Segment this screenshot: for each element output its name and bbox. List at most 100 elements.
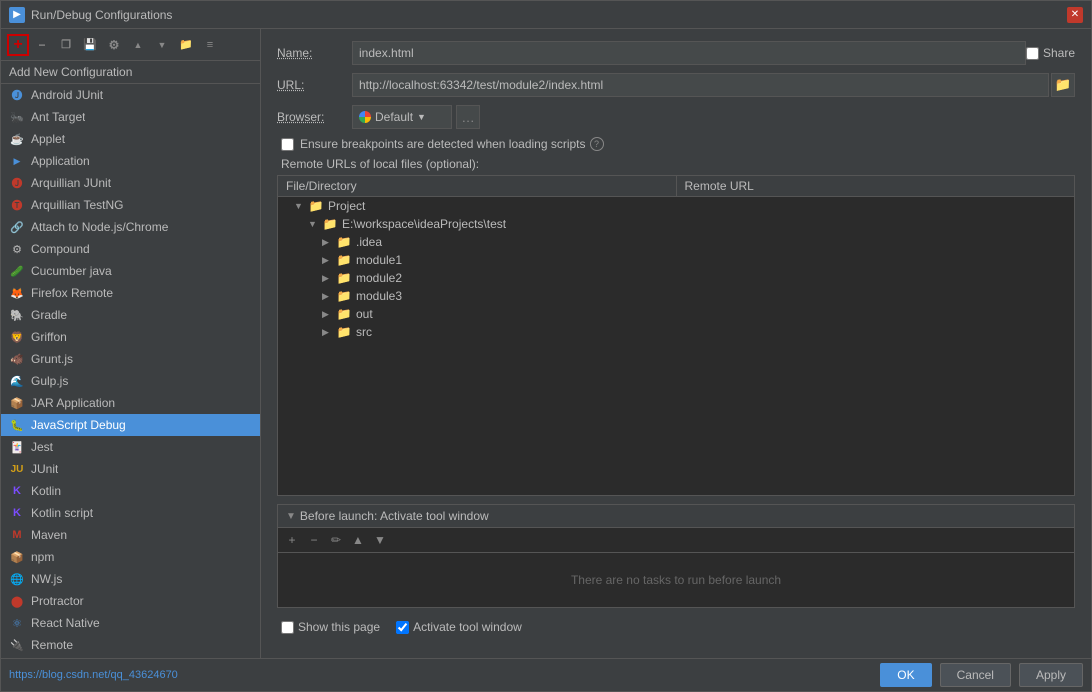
- remove-config-button[interactable]: −: [31, 34, 53, 56]
- gradle-icon: 🐘: [9, 307, 25, 323]
- before-launch-toggle-icon[interactable]: ▼: [286, 511, 296, 522]
- sidebar-item-cucumber[interactable]: 🥒 Cucumber java: [1, 260, 260, 282]
- jar-icon: 📦: [9, 395, 25, 411]
- sidebar-item-react-native[interactable]: ⚛ React Native: [1, 612, 260, 634]
- sidebar-list[interactable]: 🅙 Android JUnit 🐜 Ant Target ☕ Applet ▶ …: [1, 84, 260, 658]
- url-row: URL: 📁: [277, 73, 1075, 97]
- bl-edit-button[interactable]: ✏: [326, 530, 346, 550]
- sidebar-item-gruntjs[interactable]: 🐗 Grunt.js: [1, 348, 260, 370]
- sidebar: + − ❐ 💾 ⚙ ▲ ▼ 📁 ≡ Add New Configuration …: [1, 29, 261, 658]
- sidebar-item-arquillian-junit[interactable]: 🅙 Arquillian JUnit: [1, 172, 260, 194]
- copy-config-button[interactable]: ❐: [55, 34, 77, 56]
- griffon-icon: 🦁: [9, 329, 25, 345]
- tree-item-out[interactable]: ▶ 📁 out: [278, 305, 1074, 323]
- tree-item-workspace[interactable]: ▼ 📁 E:\workspace\ideaProjects\test: [278, 215, 1074, 233]
- right-panel: Name: Share URL: 📁 Browser:: [261, 29, 1091, 658]
- settings-button[interactable]: ⚙: [103, 34, 125, 56]
- arquillian-testng-icon: 🅣: [9, 197, 25, 213]
- remote-urls-label: Remote URLs of local files (optional):: [277, 157, 1075, 171]
- move-up-button[interactable]: ▲: [127, 34, 149, 56]
- move-down-button[interactable]: ▼: [151, 34, 173, 56]
- tree-item-project[interactable]: ▼ 📁 Project: [278, 197, 1074, 215]
- bl-add-button[interactable]: +: [282, 530, 302, 550]
- sidebar-item-javascript-debug[interactable]: 🐛 JavaScript Debug: [1, 414, 260, 436]
- sidebar-item-firefox-remote[interactable]: 🦊 Firefox Remote: [1, 282, 260, 304]
- tree-item-module1[interactable]: ▶ 📁 module1: [278, 251, 1074, 269]
- tree-expand-icon: ▶: [322, 291, 336, 302]
- project-folder-icon: 📁: [308, 199, 324, 213]
- sidebar-item-arquillian-testng[interactable]: 🅣 Arquillian TestNG: [1, 194, 260, 216]
- url-browse-button[interactable]: 📁: [1051, 73, 1075, 97]
- ensure-breakpoints-checkbox[interactable]: [281, 138, 294, 151]
- tree-item-src[interactable]: ▶ 📁 src: [278, 323, 1074, 341]
- bl-remove-button[interactable]: −: [304, 530, 324, 550]
- sidebar-item-compound[interactable]: ⚙ Compound: [1, 238, 260, 260]
- bl-down-button[interactable]: ▼: [370, 530, 390, 550]
- sort-button[interactable]: ≡: [199, 34, 221, 56]
- sidebar-item-label: npm: [31, 550, 54, 564]
- sidebar-item-attach-nodejs[interactable]: 🔗 Attach to Node.js/Chrome: [1, 216, 260, 238]
- sidebar-item-gradle[interactable]: 🐘 Gradle: [1, 304, 260, 326]
- protractor-icon: ⬤: [9, 593, 25, 609]
- sidebar-item-label: Grunt.js: [31, 352, 73, 366]
- sidebar-item-android-junit[interactable]: 🅙 Android JUnit: [1, 84, 260, 106]
- activate-tool-item: Activate tool window: [396, 620, 522, 634]
- remote-icon: 🔌: [9, 637, 25, 653]
- bl-up-button[interactable]: ▲: [348, 530, 368, 550]
- sidebar-toolbar: + − ❐ 💾 ⚙ ▲ ▼ 📁 ≡: [1, 29, 260, 61]
- sidebar-item-label: Gulp.js: [31, 374, 68, 388]
- sidebar-item-remote[interactable]: 🔌 Remote: [1, 634, 260, 656]
- sidebar-item-junit[interactable]: JU JUnit: [1, 458, 260, 480]
- sidebar-item-label: Ant Target: [31, 110, 85, 124]
- url-input[interactable]: [352, 73, 1049, 97]
- chrome-icon: [359, 111, 371, 123]
- browser-select[interactable]: Default ▼: [352, 105, 452, 129]
- folder-button[interactable]: 📁: [175, 34, 197, 56]
- npm-icon: 📦: [9, 549, 25, 565]
- sidebar-item-kotlin-script[interactable]: K Kotlin script: [1, 502, 260, 524]
- add-config-button[interactable]: +: [7, 34, 29, 56]
- sidebar-item-jest[interactable]: 🃏 Jest: [1, 436, 260, 458]
- sidebar-item-label: Applet: [31, 132, 65, 146]
- run-debug-dialog: ▶ Run/Debug Configurations ✕ + − ❐ 💾 ⚙ ▲…: [0, 0, 1092, 692]
- sidebar-item-npm[interactable]: 📦 npm: [1, 546, 260, 568]
- browser-value: Default: [375, 110, 413, 124]
- src-label: src: [356, 325, 372, 339]
- sidebar-item-maven[interactable]: M Maven: [1, 524, 260, 546]
- workspace-label: E:\workspace\ideaProjects\test: [342, 217, 506, 231]
- tree-item-idea[interactable]: ▶ 📁 .idea: [278, 233, 1074, 251]
- close-button[interactable]: ✕: [1067, 7, 1083, 23]
- sidebar-item-kotlin[interactable]: K Kotlin: [1, 480, 260, 502]
- tree-item-module3[interactable]: ▶ 📁 module3: [278, 287, 1074, 305]
- kotlin-script-icon: K: [9, 505, 25, 521]
- file-tree-section[interactable]: File/Directory Remote URL ▼ 📁 Project ▼ …: [277, 175, 1075, 496]
- project-label: Project: [328, 199, 365, 213]
- browser-more-button[interactable]: …: [456, 105, 480, 129]
- sidebar-item-jar-application[interactable]: 📦 JAR Application: [1, 392, 260, 414]
- sidebar-item-protractor[interactable]: ⬤ Protractor: [1, 590, 260, 612]
- activate-tool-checkbox[interactable]: [396, 621, 409, 634]
- sidebar-item-griffon[interactable]: 🦁 Griffon: [1, 326, 260, 348]
- sidebar-item-label: Compound: [31, 242, 90, 256]
- cancel-button[interactable]: Cancel: [940, 663, 1011, 687]
- show-page-checkbox[interactable]: [281, 621, 294, 634]
- ok-button[interactable]: OK: [880, 663, 931, 687]
- sidebar-item-ant-target[interactable]: 🐜 Ant Target: [1, 106, 260, 128]
- sidebar-item-nwjs[interactable]: 🌐 NW.js: [1, 568, 260, 590]
- maven-icon: M: [9, 527, 25, 543]
- module2-label: module2: [356, 271, 402, 285]
- sidebar-item-label: Gradle: [31, 308, 67, 322]
- tree-item-module2[interactable]: ▶ 📁 module2: [278, 269, 1074, 287]
- apply-button[interactable]: Apply: [1019, 663, 1083, 687]
- sidebar-item-application[interactable]: ▶ Application: [1, 150, 260, 172]
- sidebar-item-gulpjs[interactable]: 🌊 Gulp.js: [1, 370, 260, 392]
- sidebar-item-label: JUnit: [31, 462, 58, 476]
- browser-label: Browser:: [277, 110, 352, 124]
- save-config-button[interactable]: 💾: [79, 34, 101, 56]
- sidebar-item-applet[interactable]: ☕ Applet: [1, 128, 260, 150]
- module2-folder-icon: 📁: [336, 271, 352, 285]
- share-checkbox[interactable]: [1026, 47, 1039, 60]
- out-label: out: [356, 307, 373, 321]
- name-input[interactable]: [352, 41, 1026, 65]
- footer-link[interactable]: https://blog.csdn.net/qq_43624670: [9, 669, 178, 681]
